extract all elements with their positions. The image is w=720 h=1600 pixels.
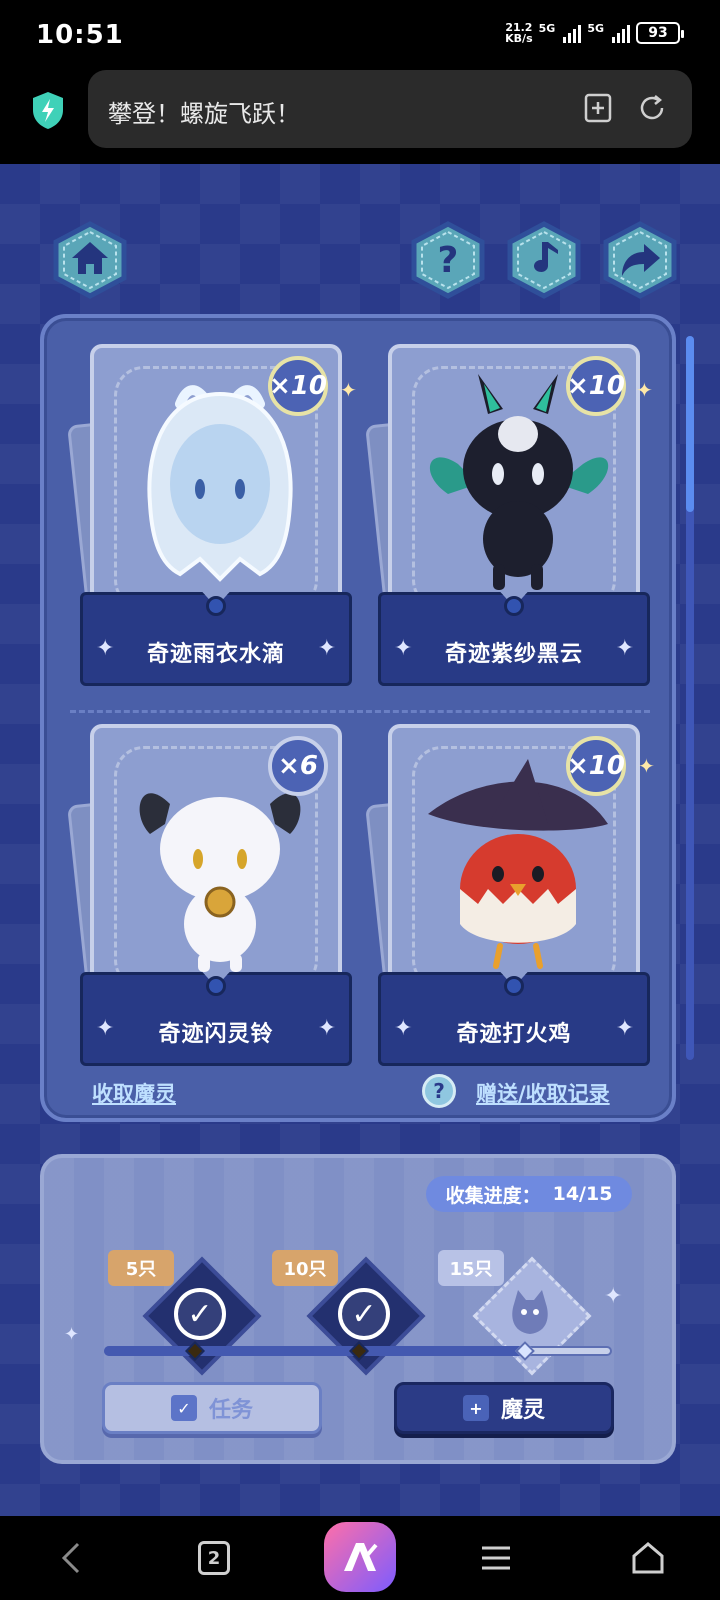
check-icon: ✓: [338, 1288, 390, 1340]
progress-badge: 收集进度： 14/15: [426, 1176, 632, 1212]
sparkle-icon: ✦: [317, 1016, 336, 1041]
sparkle-icon: ✦: [615, 1016, 634, 1041]
banner-pin: [206, 596, 226, 616]
card-name: 奇迹闪灵铃: [158, 1022, 274, 1047]
cat-reward-icon: [512, 1290, 548, 1334]
status-icons: 21.2 KB/s 5G 5G 93: [505, 21, 684, 45]
count-badge: ×6: [268, 736, 328, 796]
tabs-button[interactable]: 2: [194, 1538, 234, 1578]
sparkle-icon: ✦: [636, 378, 653, 402]
count-badge: ×10: [268, 356, 328, 416]
collection-progress-panel: 收集进度： 14/15 ✓ 5只 ✓ 10只 15只 ✓ 任务 + 魔灵: [40, 1154, 676, 1464]
sparkle-icon: ✦: [615, 636, 634, 661]
address-bar[interactable]: 攀登！螺旋飞跃！: [88, 70, 692, 148]
home-nav-icon[interactable]: [628, 1538, 668, 1578]
status-bar: 10:51 21.2 KB/s 5G 5G 93: [0, 0, 720, 70]
check-icon: ✓: [174, 1288, 226, 1340]
bookmark-add-icon[interactable]: [582, 92, 614, 124]
signal-icon: [563, 23, 582, 43]
sparkle-icon: ✦: [638, 754, 655, 778]
sparkle-icon: ✦: [64, 1324, 80, 1345]
home-icon[interactable]: [50, 220, 130, 300]
music-icon[interactable]: [504, 220, 584, 300]
network-speed: 21.2 KB/s: [505, 21, 533, 45]
banner-pin: [504, 976, 524, 996]
progress-fill: [104, 1346, 526, 1356]
banner-pin: [206, 976, 226, 996]
spirit-card[interactable]: ×10 ✦ 奇迹雨衣水滴 ✦: [67, 344, 352, 694]
signal-icon: [612, 23, 630, 43]
navigation-bar: 2: [0, 1516, 720, 1600]
count-badge: ×10: [566, 736, 626, 796]
spirit-card[interactable]: ×10 ✦ 奇迹紫纱黑云 ✦: [365, 344, 650, 694]
count-badge: ×10: [566, 356, 626, 416]
menu-icon[interactable]: [476, 1538, 516, 1578]
divider: [70, 710, 650, 713]
sim2-label: 5G: [587, 22, 604, 35]
ai-logo-icon: [344, 1543, 378, 1571]
task-button[interactable]: ✓ 任务: [102, 1382, 322, 1434]
milestone-label: 10只: [272, 1250, 338, 1286]
svg-text:?: ?: [438, 240, 459, 281]
browser-bar: 攀登！螺旋飞跃！: [0, 70, 720, 164]
spirit-card[interactable]: ×6 ✦ 奇迹闪灵铃 ✦: [67, 724, 352, 1074]
milestone-label: 5只: [108, 1250, 174, 1286]
sim1-label: 5G: [538, 22, 556, 35]
battery-icon: 93: [636, 22, 684, 44]
tabs-count: 2: [198, 1541, 230, 1575]
help-icon[interactable]: ?: [408, 220, 488, 300]
card-name: 奇迹雨衣水滴: [146, 642, 285, 667]
sparkle-icon: ✦: [317, 636, 336, 661]
question-icon[interactable]: ?: [422, 1074, 456, 1108]
progress-value: 14/15: [552, 1183, 613, 1205]
card-name: 奇迹紫纱黑云: [444, 642, 583, 667]
page-title: 攀登！螺旋飞跃！: [108, 100, 300, 128]
ai-assistant-button[interactable]: [324, 1522, 396, 1592]
game-area: ? ×10 ✦ 奇迹雨衣水滴 ✦ ×10 ✦ 奇迹紫纱黑云 ✦ ×6 ✦ 奇迹闪…: [0, 164, 720, 1516]
sparkle-icon: ✦: [340, 378, 357, 402]
clock: 10:51: [36, 20, 124, 50]
scrollbar-thumb[interactable]: [686, 336, 694, 512]
card-name: 奇迹打火鸡: [456, 1022, 572, 1047]
spirit-card[interactable]: ×10 ✦ 奇迹打火鸡 ✦: [365, 724, 650, 1074]
share-icon[interactable]: [600, 220, 680, 300]
milestone-label: 15只: [438, 1250, 504, 1286]
task-doc-icon: ✓: [170, 1395, 197, 1421]
collect-spirit-link[interactable]: 收取魔灵: [92, 1078, 176, 1108]
progress-label: 收集进度：: [445, 1184, 541, 1207]
banner-pin: [504, 596, 524, 616]
gift-history-link[interactable]: 赠送/收取记录: [476, 1078, 610, 1108]
spirit-button[interactable]: + 魔灵: [394, 1382, 614, 1434]
reload-icon[interactable]: [636, 92, 668, 124]
folder-add-icon: +: [462, 1395, 489, 1421]
back-icon[interactable]: [52, 1538, 92, 1578]
shield-icon[interactable]: [30, 90, 66, 130]
sparkle-icon: ✦: [604, 1284, 623, 1309]
